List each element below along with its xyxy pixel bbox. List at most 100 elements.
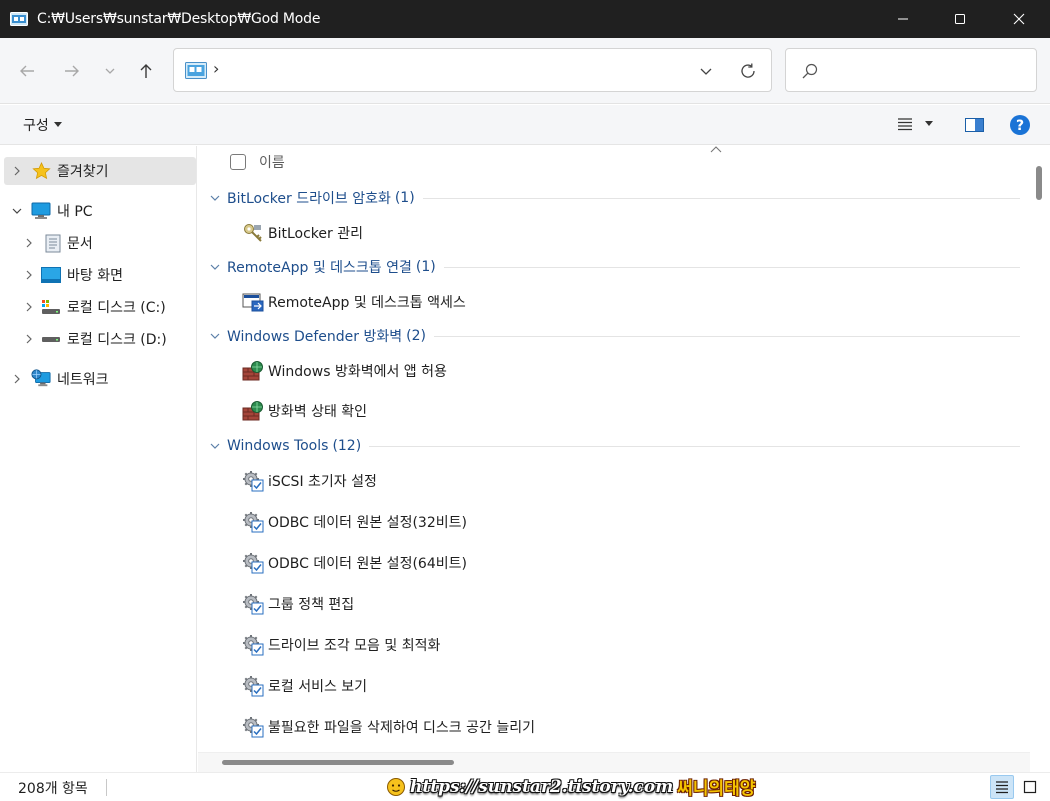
select-all-checkbox[interactable] (230, 154, 246, 170)
chevron-down-icon (700, 68, 712, 75)
details-view-button[interactable] (990, 775, 1014, 799)
nav-label: 즐겨찾기 (57, 164, 109, 180)
chevron-right-icon[interactable] (11, 165, 23, 177)
close-button[interactable] (996, 0, 1042, 38)
nav-item-drive-d[interactable]: 로컬 디스크 (D:) (4, 325, 196, 353)
nav-item-documents[interactable]: 문서 (4, 229, 196, 257)
chevron-down-icon[interactable] (208, 442, 222, 450)
group-header[interactable]: Windows Defender 방화벽 (2) (208, 325, 1020, 347)
group-header[interactable]: RemoteApp 및 데스크톱 연결 (1) (208, 256, 1020, 278)
item-label: 로컬 서비스 보기 (268, 679, 368, 695)
address-history-button[interactable] (696, 61, 716, 81)
computer-icon (31, 202, 51, 220)
group-divider (443, 266, 1020, 268)
search-input[interactable] (785, 48, 1037, 92)
column-header-name[interactable]: 이름 (230, 152, 285, 172)
organize-menu-button[interactable]: 구성 (23, 115, 62, 135)
group-divider (369, 445, 1020, 447)
vertical-scroll-thumb[interactable] (1036, 166, 1042, 200)
item-label: BitLocker 관리 (268, 226, 363, 242)
item-label: ODBC 데이터 원본 설정(64비트) (268, 556, 467, 572)
minimize-icon (898, 18, 908, 20)
recent-locations-button[interactable] (96, 56, 124, 86)
list-item[interactable]: Windows 방화벽에서 앱 허용 (242, 358, 447, 384)
address-bar[interactable]: › (173, 48, 772, 92)
nav-item-favorites[interactable]: 즐겨찾기 (4, 157, 196, 185)
list-item[interactable]: iSCSI 초기자 설정 (242, 468, 377, 494)
remoteapp-icon (242, 291, 264, 313)
drive-icon (41, 330, 61, 348)
group-count: (1) (394, 190, 415, 206)
admin-tool-icon (242, 552, 264, 574)
list-item[interactable]: ODBC 데이터 원본 설정(32비트) (242, 509, 467, 535)
nav-item-desktop[interactable]: 바탕 화면 (4, 261, 196, 289)
chevron-right-icon[interactable] (23, 301, 35, 313)
sort-ascending-icon (710, 146, 722, 153)
list-item[interactable]: 드라이브 조각 모음 및 최적화 (242, 632, 440, 658)
up-button[interactable] (131, 56, 161, 86)
group-count: (12) (332, 438, 362, 454)
list-item[interactable]: 로컬 서비스 보기 (242, 673, 367, 699)
group-header[interactable]: BitLocker 드라이브 암호화 (1) (208, 187, 1020, 209)
back-button[interactable] (12, 56, 42, 86)
nav-item-network[interactable]: 네트워크 (4, 365, 196, 393)
maximize-button[interactable] (937, 0, 983, 38)
large-icons-view-button[interactable] (1018, 775, 1042, 799)
list-item[interactable]: RemoteApp 및 데스크톱 액세스 (242, 289, 466, 315)
desktop-icon (41, 266, 61, 284)
firewall-icon (242, 400, 264, 422)
item-label: 불필요한 파일을 삭제하여 디스크 공간 늘리기 (268, 720, 535, 736)
view-options-button[interactable] (897, 117, 933, 131)
chevron-down-icon[interactable] (208, 263, 222, 271)
nav-item-drive-c[interactable]: 로컬 디스크 (C:) (4, 293, 196, 321)
list-item[interactable]: BitLocker 관리 (242, 220, 363, 246)
folder-window-icon (10, 12, 28, 26)
list-item[interactable]: 불필요한 파일을 삭제하여 디스크 공간 늘리기 (242, 714, 535, 740)
vertical-scrollbar[interactable] (1030, 146, 1050, 752)
forward-button[interactable] (57, 56, 87, 86)
preview-pane-button[interactable] (963, 116, 985, 134)
help-button[interactable]: ? (1009, 114, 1031, 136)
horizontal-scroll-thumb[interactable] (222, 760, 454, 765)
breadcrumb-chevron[interactable]: › (213, 59, 219, 78)
close-icon (1013, 13, 1025, 25)
nav-label: 내 PC (57, 204, 93, 220)
admin-tool-icon (242, 470, 264, 492)
list-item[interactable]: 그룹 정책 편집 (242, 591, 354, 617)
list-item[interactable]: ODBC 데이터 원본 설정(64비트) (242, 550, 467, 576)
navigation-pane: 즐겨찾기 내 PC 문서 바탕 화면 로컬 디스크 (C:) 로컬 디스크 (D… (0, 146, 197, 772)
chevron-down-icon[interactable] (11, 205, 23, 217)
large-icons-view-icon (1023, 780, 1037, 794)
nav-label: 네트워크 (57, 372, 109, 388)
group-label: RemoteApp 및 데스크톱 연결 (227, 260, 412, 276)
item-label: RemoteApp 및 데스크톱 액세스 (268, 295, 466, 311)
horizontal-scrollbar[interactable] (198, 752, 1030, 772)
svg-text:?: ? (1016, 118, 1024, 134)
star-icon (31, 162, 51, 180)
firewall-icon (242, 360, 264, 382)
chevron-down-icon[interactable] (208, 194, 222, 202)
status-bar: 208개 항목 https://sunstar2.tistory.com 써니의… (0, 772, 1050, 801)
command-bar: 구성 ? (0, 105, 1050, 145)
minimize-button[interactable] (880, 0, 926, 38)
admin-tool-icon (242, 675, 264, 697)
group-header[interactable]: Windows Tools (12) (208, 435, 1020, 457)
item-label: 드라이브 조각 모음 및 최적화 (268, 638, 441, 654)
title-bar: C:₩Users₩sunstar₩Desktop₩God Mode (0, 0, 1050, 38)
group-label: Windows Defender 방화벽 (227, 329, 403, 345)
arrow-right-icon (65, 65, 79, 77)
column-name-label: 이름 (259, 155, 285, 171)
item-label: 그룹 정책 편집 (268, 597, 355, 613)
nav-item-this-pc[interactable]: 내 PC (4, 197, 196, 225)
chevron-right-icon[interactable] (23, 333, 35, 345)
nav-label: 바탕 화면 (67, 268, 123, 284)
list-item[interactable]: 방화벽 상태 확인 (242, 398, 367, 424)
chevron-right-icon[interactable] (11, 373, 23, 385)
chevron-right-icon[interactable] (23, 269, 35, 281)
chevron-right-icon[interactable] (23, 237, 35, 249)
refresh-icon (741, 63, 755, 78)
chevron-down-icon[interactable] (208, 332, 222, 340)
details-view-icon (898, 118, 912, 131)
refresh-button[interactable] (737, 60, 759, 82)
emoji-face-icon (387, 777, 405, 796)
